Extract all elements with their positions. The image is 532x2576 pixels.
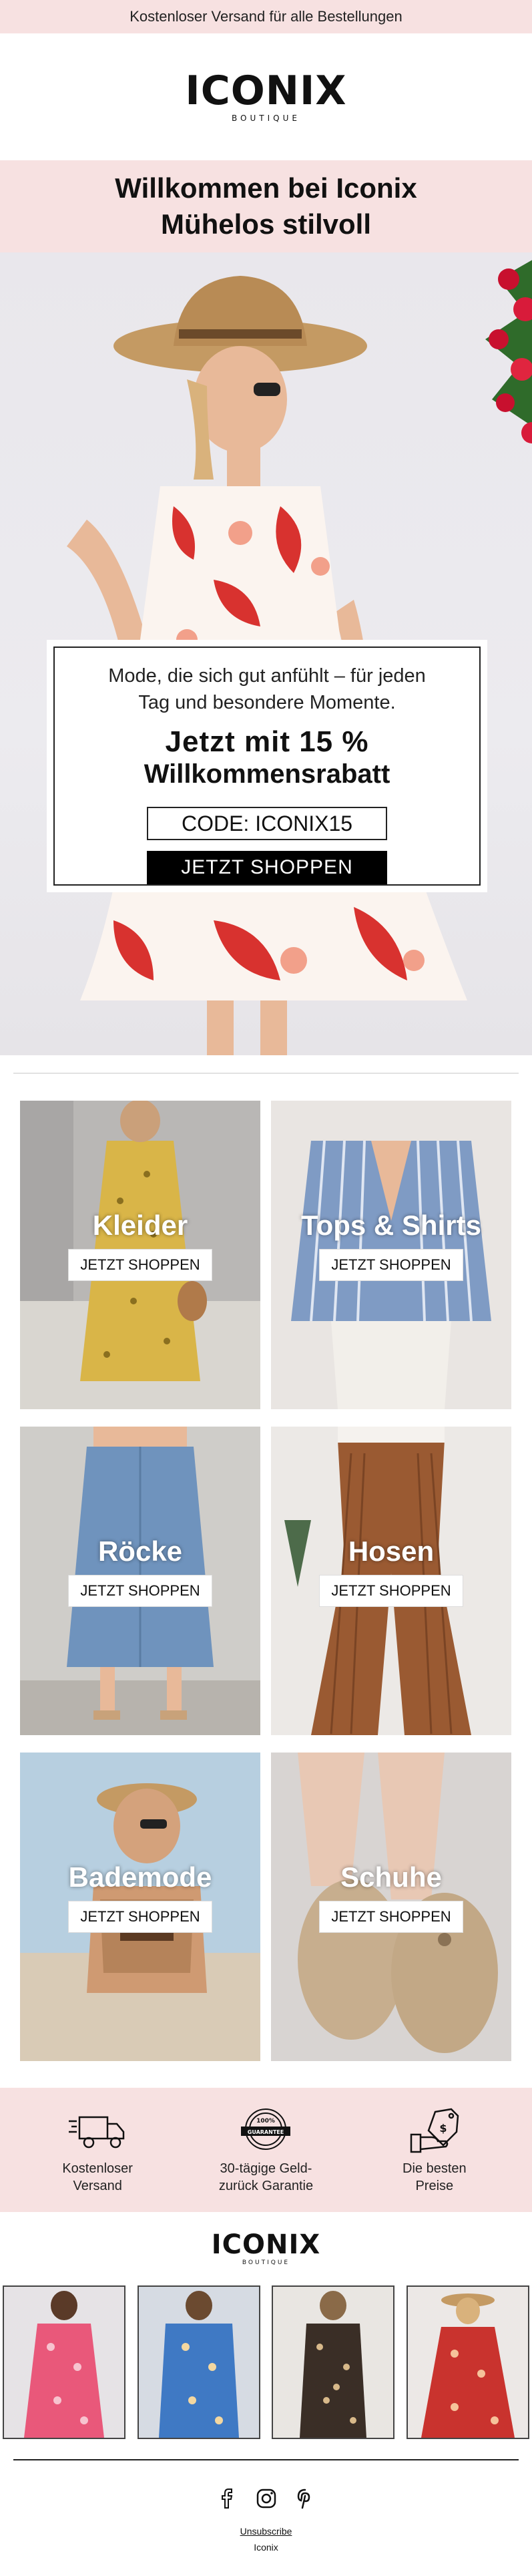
offer-inner-frame: Mode, die sich gut anfühlt – für jeden T… [53, 647, 481, 886]
category-tile-tops-shirts[interactable]: Tops & Shirts JETZT SHOPPEN [271, 1101, 511, 1409]
product-image-blue-floral-dress [138, 2287, 259, 2438]
shipping-banner: Kostenloser Versand für alle Bestellunge… [0, 0, 532, 33]
category-tile-bademode[interactable]: Bademode JETZT SHOPPEN [20, 1753, 260, 2061]
category-label: Röcke [97, 1535, 183, 1567]
footer-logo[interactable]: ICONIX BOUTIQUE [0, 2212, 532, 2285]
category-shop-button[interactable]: JETZT SHOPPEN [319, 1249, 463, 1281]
category-shop-button[interactable]: JETZT SHOPPEN [68, 1575, 212, 1607]
badge-percent-text: 100% [257, 2118, 276, 2125]
offer-subline-1: Mode, die sich gut anfühlt – für jeden [108, 665, 426, 687]
footer-logo-subtitle: BOUTIQUE [242, 2259, 290, 2266]
svg-text:$: $ [439, 2122, 447, 2135]
category-tile-kleider[interactable]: Kleider JETZT SHOPPEN [20, 1101, 260, 1409]
truck-icon [69, 2116, 125, 2149]
footer-brand-name: Iconix [254, 2542, 278, 2553]
category-shop-button[interactable]: JETZT SHOPPEN [68, 1901, 212, 1933]
shipping-banner-text: Kostenloser Versand für alle Bestellunge… [129, 8, 403, 25]
product-thumbnail[interactable] [137, 2285, 260, 2439]
category-grid: Kleider JETZT SHOPPEN Tops & Shirts JETZ… [0, 1074, 532, 2061]
product-strip [0, 2285, 532, 2439]
instagram-icon[interactable] [255, 2487, 278, 2510]
feature-text-line2: Preise [415, 2179, 454, 2193]
welcome-offer-box: Mode, die sich gut anfühlt – für jeden T… [47, 640, 487, 892]
feature-text-line1: Kostenloser [62, 2161, 133, 2176]
footer-logo-wordmark: ICONIX [211, 2229, 321, 2260]
hero-image[interactable]: Mode, die sich gut anfühlt – für jeden T… [0, 252, 532, 1055]
category-label: Tops & Shirts [301, 1210, 481, 1241]
category-tile-roecke[interactable]: Röcke JETZT SHOPPEN [20, 1427, 260, 1735]
product-image-dark-print-dress [273, 2287, 394, 2438]
feature-text-line1: Die besten [403, 2161, 467, 2176]
category-label: Schuhe [340, 1861, 442, 1893]
discount-code-box: CODE: ICONIX15 [147, 807, 387, 841]
social-links [0, 2487, 532, 2510]
category-label: Hosen [348, 1535, 435, 1567]
email-page: Kostenloser Versand für alle Bestellunge… [0, 0, 532, 2553]
product-thumbnail[interactable] [406, 2285, 529, 2439]
offer-subline-2: Tag und besondere Momente. [138, 692, 396, 713]
unsubscribe-link[interactable]: Unsubscribe [0, 2526, 532, 2537]
product-image-pink-floral-dress [4, 2287, 124, 2438]
feature-money-back: 100% GUARANTEE 30-tägige Geld- zurück Ga… [192, 2105, 339, 2195]
category-label: Kleider [92, 1210, 188, 1241]
category-shop-button[interactable]: JETZT SHOPPEN [319, 1901, 463, 1933]
features-bar: Kostenloser Versand 100% GUARANTEE 30-tä… [0, 2088, 532, 2212]
guarantee-badge-icon: 100% GUARANTEE [241, 2108, 291, 2150]
pinterest-icon[interactable] [294, 2487, 316, 2510]
category-tile-hosen[interactable]: Hosen JETZT SHOPPEN [271, 1427, 511, 1735]
logo-wordmark: ICONIX [185, 67, 347, 114]
product-image-red-floral-dress [407, 2287, 528, 2438]
header-logo[interactable]: ICONIX BOUTIQUE [0, 33, 532, 160]
product-thumbnail[interactable] [3, 2285, 125, 2439]
category-tile-schuhe[interactable]: Schuhe JETZT SHOPPEN [271, 1753, 511, 2061]
feature-text-line2: Versand [73, 2179, 122, 2193]
shop-now-button[interactable]: JETZT SHOPPEN [147, 851, 387, 884]
welcome-banner: Willkommen bei Iconix Mühelos stilvoll [0, 160, 532, 252]
category-shop-button[interactable]: JETZT SHOPPEN [319, 1575, 463, 1607]
badge-guarantee-text: GUARANTEE [248, 2129, 284, 2135]
offer-discount-subtitle: Willkommensrabatt [144, 759, 390, 789]
feature-text-line2: zurück Garantie [218, 2179, 314, 2193]
welcome-subtitle: Mühelos stilvoll [160, 208, 372, 240]
category-shop-button[interactable]: JETZT SHOPPEN [68, 1249, 212, 1281]
price-tag-hand-icon: $ [410, 2108, 459, 2153]
feature-best-prices: $ Die besten Preise [361, 2105, 508, 2195]
welcome-title: Willkommen bei Iconix [115, 172, 417, 204]
category-label: Bademode [68, 1861, 212, 1893]
footer-divider [13, 2459, 519, 2460]
offer-discount-title: Jetzt mit 15 % [165, 725, 369, 758]
logo-subtitle: BOUTIQUE [232, 114, 300, 123]
feature-free-shipping: Kostenloser Versand [24, 2105, 171, 2195]
product-thumbnail[interactable] [272, 2285, 395, 2439]
facebook-icon[interactable] [216, 2487, 239, 2510]
feature-text-line1: 30-tägige Geld- [220, 2161, 312, 2176]
